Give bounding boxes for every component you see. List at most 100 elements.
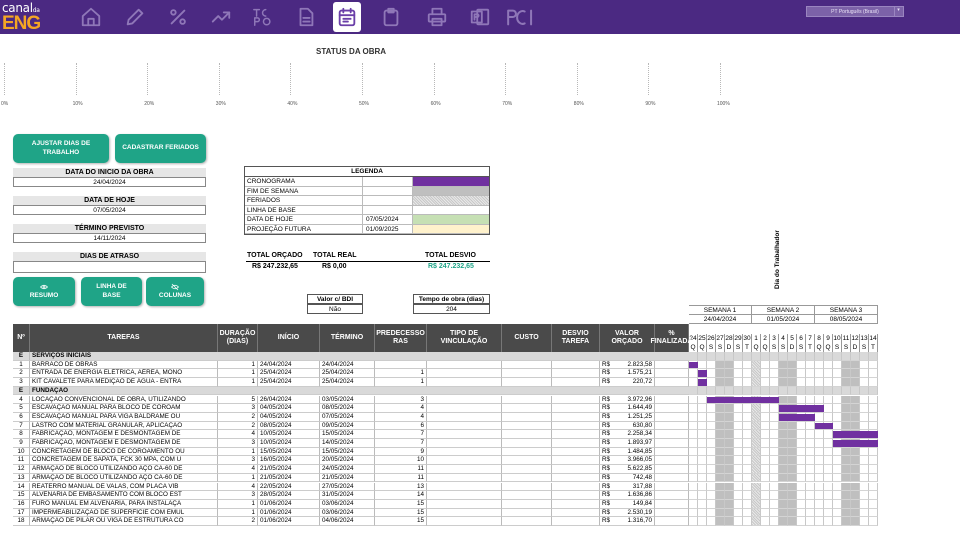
cell-val[interactable]: R$ 1.251,25: [600, 412, 655, 422]
cell-dur[interactable]: 3: [218, 439, 258, 448]
cell-desvio[interactable]: [552, 508, 600, 518]
cell-start[interactable]: 26/04/2024: [258, 395, 320, 405]
gantt-bar[interactable]: [689, 361, 698, 369]
cell-dur[interactable]: 2: [218, 412, 258, 422]
document-icon[interactable]: [293, 4, 319, 30]
cell-custo[interactable]: [502, 508, 552, 518]
cell-end[interactable]: 24/04/2024: [320, 360, 375, 370]
cell-end[interactable]: 04/06/2024: [320, 517, 375, 526]
cell-pred[interactable]: 4: [375, 404, 427, 413]
cell-desvio[interactable]: [552, 404, 600, 413]
cell-task[interactable]: CONCRETAGEM DE SAPATA, FCK 30 MPA, COM U: [30, 456, 218, 466]
cell-dur[interactable]: 5: [218, 395, 258, 405]
cell-end[interactable]: 09/05/2024: [320, 421, 375, 431]
cell-pred[interactable]: 6: [375, 421, 427, 431]
cell-pred[interactable]: 3: [375, 395, 427, 405]
cell-start[interactable]: 01/06/2024: [258, 499, 320, 509]
task-row[interactable]: 13 ARMAÇÃO DE BLOCO UTILIZANDO AÇO CA-60 …: [13, 473, 960, 483]
cell-fin[interactable]: [655, 395, 689, 405]
cell-start[interactable]: 25/04/2024: [258, 378, 320, 387]
cell-start[interactable]: 21/05/2024: [258, 465, 320, 474]
data-hoje-value[interactable]: 07/05/2024: [13, 205, 206, 215]
task-row[interactable]: 8 FABRICAÇÃO, MONTAGEM E DESMONTAGEM DE 4 1…: [13, 430, 960, 439]
cell-tipo[interactable]: [427, 439, 502, 448]
cell-pred[interactable]: 14: [375, 491, 427, 500]
cell-fin[interactable]: [655, 465, 689, 474]
cell-tipo[interactable]: [427, 421, 502, 431]
cell-val[interactable]: R$ 149,84: [600, 499, 655, 509]
cell-end[interactable]: 25/04/2024: [320, 378, 375, 387]
task-row[interactable]: 5 ESCAVAÇÃO MANUAL PARA BLOCO DE COROAM 3 0…: [13, 404, 960, 413]
cell-custo[interactable]: [502, 465, 552, 474]
cell-n[interactable]: E: [13, 386, 30, 396]
cell-task[interactable]: ENTRADA DE ENERGIA ELÉTRICA, AÉREA, MONO: [30, 369, 218, 379]
cell-pred[interactable]: [375, 360, 427, 370]
cell-start[interactable]: 10/05/2024: [258, 430, 320, 439]
cell-dur[interactable]: 3: [218, 404, 258, 413]
cell-val[interactable]: R$ 1.644,49: [600, 404, 655, 413]
task-row[interactable]: 15 ALVENARIA DE EMBASAMENTO COM BLOCO EST…: [13, 491, 960, 500]
gantt-bar[interactable]: [707, 396, 779, 404]
chevron-down-icon[interactable]: ▾: [894, 7, 902, 16]
cell-desvio[interactable]: [552, 465, 600, 474]
cell-n[interactable]: 13: [13, 473, 30, 483]
task-row[interactable]: 4 LOCAÇÃO CONVENCIONAL DE OBRA, UTILIZAND…: [13, 395, 960, 405]
cell-dur[interactable]: 1: [218, 369, 258, 379]
cell-tipo[interactable]: [427, 517, 502, 526]
cell-desvio[interactable]: [552, 447, 600, 457]
cell-start[interactable]: 08/05/2024: [258, 421, 320, 431]
cell-end[interactable]: 21/05/2024: [320, 473, 375, 483]
home-icon[interactable]: [78, 4, 104, 30]
cell-start[interactable]: 10/05/2024: [258, 439, 320, 448]
cell-custo[interactable]: [502, 369, 552, 379]
cell-task[interactable]: ARMAÇÃO DE BLOCO UTILIZANDO AÇO CA-60 DE: [30, 465, 218, 474]
printer-icon[interactable]: [424, 4, 450, 30]
cell-tipo[interactable]: [427, 430, 502, 439]
cell-task[interactable]: ARMAÇÃO DE PILAR OU VIGA DE ESTRUTURA CO: [30, 517, 218, 526]
cell-custo[interactable]: [502, 456, 552, 466]
cell-custo[interactable]: [502, 491, 552, 500]
col-inicio[interactable]: INÍCIO: [258, 324, 320, 352]
calendar-icon[interactable]: [333, 2, 361, 32]
cell-pred[interactable]: 9: [375, 447, 427, 457]
category-row[interactable]: E FUNDAÇÃO: [13, 386, 960, 396]
col-finalizada[interactable]: % FINALIZADA: [651, 324, 693, 352]
cell-pred[interactable]: 4: [375, 412, 427, 422]
task-row[interactable]: 9 FABRICAÇÃO, MONTAGEM E DESMONTAGEM DE 3 1…: [13, 439, 960, 448]
cell-custo[interactable]: [502, 473, 552, 483]
cell-fin[interactable]: [655, 517, 689, 526]
cell-end[interactable]: 03/06/2024: [320, 508, 375, 518]
cell-fin[interactable]: [655, 456, 689, 466]
cell-dur[interactable]: 1: [218, 378, 258, 387]
cell-n[interactable]: 11: [13, 456, 30, 466]
clipboard-icon[interactable]: [378, 4, 404, 30]
cell-val[interactable]: R$ 1.484,85: [600, 447, 655, 457]
cell-tipo[interactable]: [427, 482, 502, 492]
cell-tipo[interactable]: [427, 395, 502, 405]
cell-end[interactable]: 15/05/2024: [320, 447, 375, 457]
cell-pred[interactable]: 13: [375, 482, 427, 492]
task-row[interactable]: 2 ENTRADA DE ENERGIA ELÉTRICA, AÉREA, MON…: [13, 369, 960, 379]
cell-fin[interactable]: [655, 473, 689, 483]
cell-tipo[interactable]: [427, 508, 502, 518]
cell-fin[interactable]: [655, 447, 689, 457]
cell-custo[interactable]: [502, 447, 552, 457]
cell-task[interactable]: SERVIÇOS INICIAIS: [30, 352, 706, 361]
cell-end[interactable]: 03/05/2024: [320, 395, 375, 405]
cell-end[interactable]: 25/04/2024: [320, 369, 375, 379]
cell-desvio[interactable]: [552, 360, 600, 370]
language-selector[interactable]: PT Português (Brasil) ▾: [806, 6, 904, 17]
cell-dur[interactable]: 1: [218, 499, 258, 509]
cell-n[interactable]: 2: [13, 369, 30, 379]
cell-pred[interactable]: 1: [375, 369, 427, 379]
cell-tipo[interactable]: [427, 412, 502, 422]
cell-fin[interactable]: [655, 412, 689, 422]
cell-pred[interactable]: 1: [375, 378, 427, 387]
cell-fin[interactable]: [655, 499, 689, 509]
cell-tipo[interactable]: [427, 447, 502, 457]
cell-end[interactable]: 08/05/2024: [320, 404, 375, 413]
cell-custo[interactable]: [502, 395, 552, 405]
cell-end[interactable]: 20/05/2024: [320, 456, 375, 466]
cell-tipo[interactable]: [427, 456, 502, 466]
cell-n[interactable]: 4: [13, 395, 30, 405]
